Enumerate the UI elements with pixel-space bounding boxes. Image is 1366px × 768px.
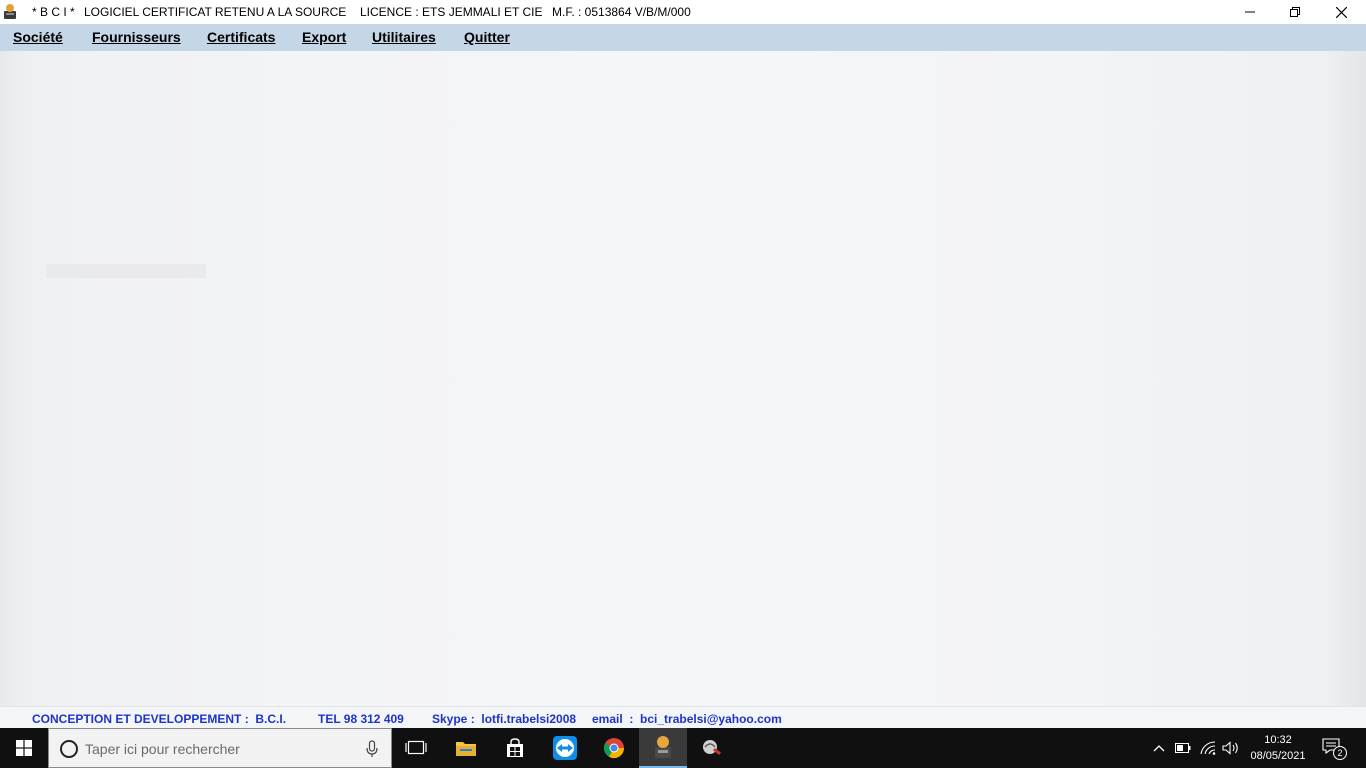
teamviewer-icon	[553, 736, 577, 760]
taskbar: Taper ici pour rechercher 10:32 08/05/20…	[0, 728, 1366, 768]
window-title-app: * B C I *	[32, 5, 75, 19]
start-button[interactable]	[0, 728, 48, 768]
menu-societe[interactable]: Société	[13, 29, 63, 45]
title-bar: * B C I * LOGICIEL CERTIFICAT RETENU A L…	[0, 0, 1366, 24]
battery-tray[interactable]	[1174, 740, 1192, 756]
window-title-mf: M.F. : 0513864 V/B/M/000	[552, 5, 691, 19]
footer-skype: Skype : lotfi.trabelsi2008	[432, 712, 577, 726]
show-hidden-icons-button[interactable]	[1150, 740, 1168, 756]
footer-email: email : bci_trabelsi@yahoo.com	[592, 712, 782, 726]
taskbar-bci-app[interactable]	[639, 728, 687, 768]
wifi-icon	[1200, 741, 1216, 755]
volume-icon	[1222, 741, 1238, 755]
minimize-button[interactable]	[1227, 0, 1273, 24]
taskbar-tool-app[interactable]	[688, 728, 736, 768]
menu-utilitaires[interactable]: Utilitaires	[372, 29, 436, 45]
windows-logo-icon	[16, 740, 32, 756]
status-footer: CONCEPTION ET DEVELOPPEMENT : B.C.I. TEL…	[0, 706, 1366, 728]
taskbar-search-box[interactable]: Taper ici pour rechercher	[48, 728, 392, 768]
menu-export[interactable]: Export	[302, 29, 346, 45]
microphone-icon[interactable]	[366, 740, 378, 758]
action-center-button[interactable]: 2	[1322, 738, 1347, 760]
menu-fournisseurs[interactable]: Fournisseurs	[92, 29, 181, 45]
window-title-licence: LICENCE : ETS JEMMALI ET CIE	[360, 5, 543, 19]
volume-tray[interactable]	[1222, 740, 1240, 756]
battery-icon	[1175, 743, 1191, 753]
menu-bar: Société Fournisseurs Certificats Export …	[0, 24, 1366, 51]
bci-app-icon	[655, 736, 671, 758]
footer-conception: CONCEPTION ET DEVELOPPEMENT : B.C.I.	[32, 712, 287, 726]
chevron-up-icon	[1153, 745, 1165, 752]
menu-certificats[interactable]: Certificats	[207, 29, 275, 45]
wifi-tray[interactable]	[1199, 740, 1217, 756]
chrome-icon	[603, 738, 625, 759]
taskbar-chrome[interactable]	[590, 728, 638, 768]
clock-date: 08/05/2021	[1250, 750, 1306, 762]
restore-button[interactable]	[1272, 0, 1318, 24]
cortana-icon	[60, 740, 78, 758]
bci-app-icon[interactable]	[3, 3, 17, 20]
restore-icon	[1290, 7, 1300, 17]
file-explorer-icon	[456, 742, 476, 756]
workspace-shading	[46, 264, 206, 278]
taskbar-file-explorer[interactable]	[442, 728, 490, 768]
close-button[interactable]	[1318, 0, 1364, 24]
window-title-product: LOGICIEL CERTIFICAT RETENU A LA SOURCE	[84, 5, 347, 19]
clock-time: 10:32	[1264, 734, 1292, 746]
minimize-icon	[1245, 11, 1255, 13]
close-icon	[1335, 6, 1347, 18]
taskbar-teamviewer[interactable]	[541, 728, 589, 768]
footer-tel: TEL 98 312 409	[318, 712, 404, 726]
task-view-icon	[405, 740, 427, 755]
taskbar-clock[interactable]: 10:32 08/05/2021	[1240, 732, 1316, 764]
task-view-button[interactable]	[392, 728, 440, 768]
taskbar-store[interactable]	[491, 728, 539, 768]
tool-app-icon	[703, 740, 721, 755]
mdi-workspace	[0, 51, 1366, 706]
notification-count-badge: 2	[1333, 746, 1347, 760]
menu-quitter[interactable]: Quitter	[464, 29, 510, 45]
store-icon	[507, 738, 523, 757]
search-placeholder: Taper ici pour rechercher	[85, 741, 240, 757]
